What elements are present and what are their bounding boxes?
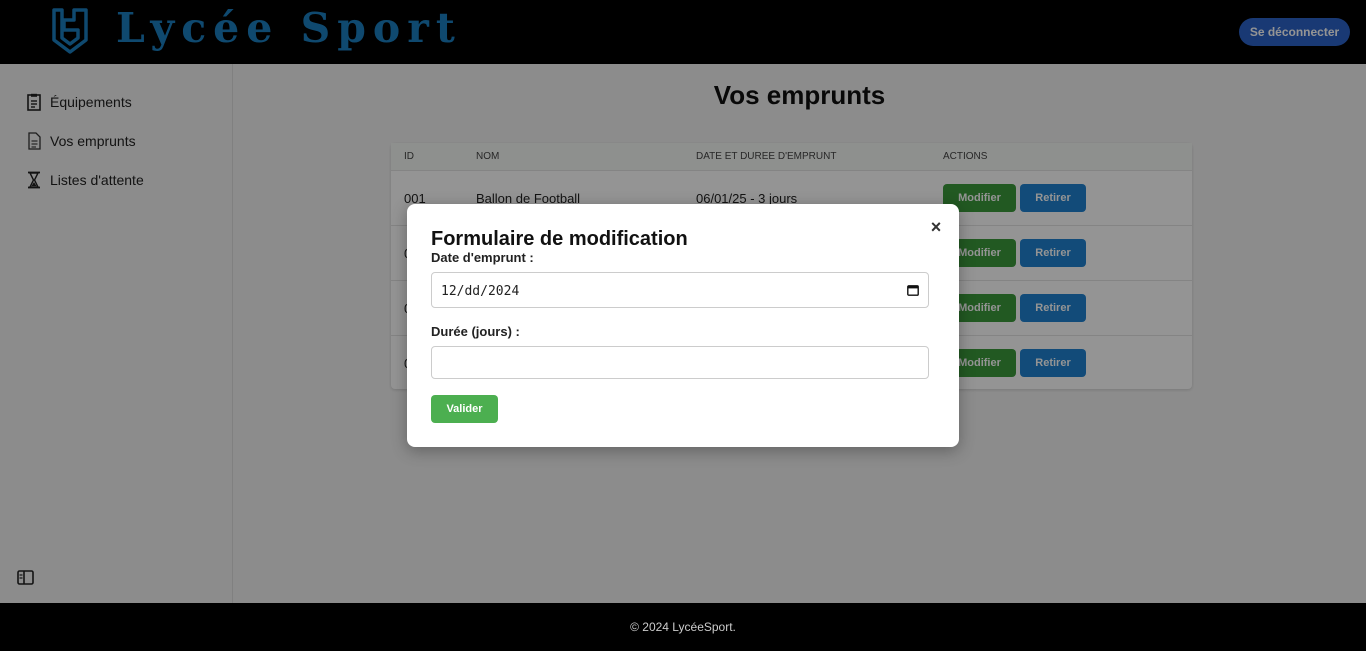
date-value: 12/dd/2024 — [441, 284, 520, 299]
duration-input[interactable] — [431, 346, 929, 379]
calendar-icon[interactable] — [907, 284, 919, 296]
close-icon[interactable]: × — [929, 218, 943, 236]
duration-label: Durée (jours) : — [431, 324, 520, 339]
date-input[interactable]: 12/dd/2024 — [431, 272, 929, 308]
date-label: Date d'emprunt : — [431, 250, 534, 265]
modal-title: Formulaire de modification — [431, 228, 688, 250]
edit-modal: × Formulaire de modification Date d'empr… — [407, 204, 959, 447]
submit-button[interactable]: Valider — [431, 395, 498, 423]
footer: © 2024 LycéeSport. — [0, 603, 1366, 651]
